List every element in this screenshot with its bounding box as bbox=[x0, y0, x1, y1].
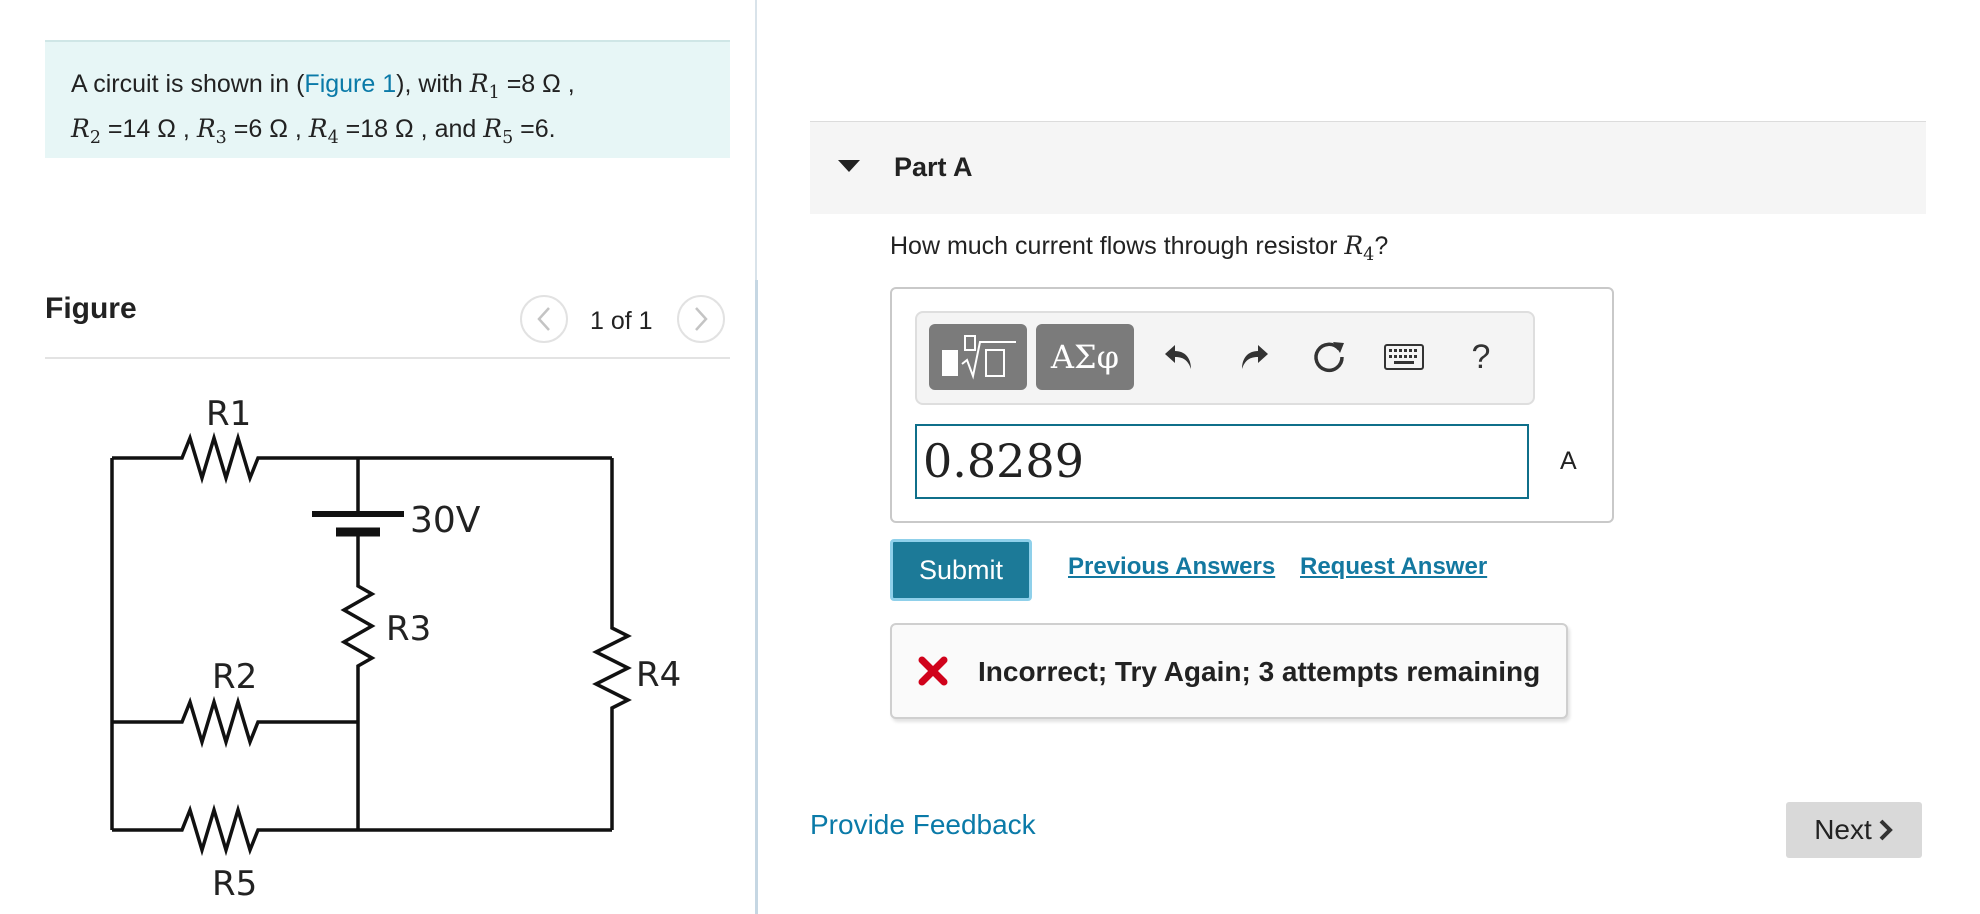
figure-next-button[interactable] bbox=[677, 295, 725, 343]
r5-symbol: R5 bbox=[483, 114, 514, 148]
figure-counter: 1 of 1 bbox=[590, 307, 653, 335]
r2-symbol: R2 bbox=[71, 114, 101, 148]
submit-button[interactable]: Submit bbox=[890, 539, 1032, 601]
chevron-right-icon bbox=[1879, 819, 1893, 841]
next-label: Next bbox=[1814, 814, 1872, 845]
r5-resistor bbox=[112, 803, 612, 857]
answer-panel: ΑΣφ ? 0.8289 A bbox=[890, 287, 1614, 523]
r3-label: R3 bbox=[386, 609, 431, 649]
battery-label: 30V bbox=[410, 500, 481, 541]
r5-label: R5 bbox=[212, 864, 257, 900]
chevron-left-icon bbox=[537, 307, 550, 331]
answer-input[interactable]: 0.8289 bbox=[915, 424, 1529, 499]
question-text: How much current flows through resistor … bbox=[890, 231, 1389, 265]
problem-intro: A circuit is shown in ( bbox=[71, 70, 305, 98]
keyboard-button[interactable] bbox=[1384, 337, 1424, 377]
caret-down-icon bbox=[838, 160, 860, 172]
r1-label: R1 bbox=[206, 394, 251, 434]
provide-feedback-link[interactable]: Provide Feedback bbox=[810, 809, 1036, 841]
r2-label: R2 bbox=[212, 657, 257, 697]
figure-prev-button[interactable] bbox=[520, 295, 568, 343]
circuit-diagram: R1 30V R3 R2 R4 R5 bbox=[110, 394, 681, 900]
part-a-header[interactable]: Part A bbox=[810, 121, 1926, 214]
problem-line-1: A circuit is shown in (Figure 1), with R… bbox=[71, 69, 575, 103]
r4-resistor bbox=[592, 458, 632, 830]
column-divider bbox=[755, 0, 757, 280]
figure-title: Figure bbox=[45, 292, 137, 325]
reset-button[interactable] bbox=[1309, 337, 1349, 377]
undo-icon bbox=[1165, 345, 1191, 369]
figure-divider bbox=[45, 357, 730, 359]
math-toolbar: ΑΣφ ? bbox=[915, 311, 1535, 405]
problem-statement: A circuit is shown in (Figure 1), with R… bbox=[45, 40, 730, 158]
redo-icon bbox=[1242, 345, 1268, 369]
r2-resistor bbox=[112, 695, 358, 749]
feedback-message: Incorrect; Try Again; 3 attempts remaini… bbox=[890, 623, 1568, 719]
next-button[interactable]: Next bbox=[1786, 802, 1922, 858]
column-scrollbar[interactable] bbox=[755, 280, 758, 914]
previous-answers-link[interactable]: Previous Answers bbox=[1068, 553, 1275, 581]
templates-sqrt-icon bbox=[942, 335, 1016, 380]
r1-symbol: R1 bbox=[469, 69, 500, 103]
problem-line-2: R2 =14 Ω , R3 =6 Ω , R4 =18 Ω , and R5 =… bbox=[71, 114, 556, 148]
undo-button[interactable] bbox=[1159, 337, 1199, 377]
incorrect-x-icon bbox=[918, 656, 948, 686]
chevron-right-icon bbox=[695, 307, 708, 331]
r3-resistor bbox=[340, 532, 376, 830]
r4-label: R4 bbox=[636, 655, 681, 695]
r3-value: 6 Ω bbox=[248, 115, 288, 143]
r2-value: 14 Ω bbox=[122, 115, 176, 143]
symbols-button[interactable]: ΑΣφ bbox=[1036, 324, 1134, 390]
feedback-text: Incorrect; Try Again; 3 attempts remaini… bbox=[978, 656, 1541, 687]
figure-link[interactable]: Figure 1 bbox=[304, 70, 396, 98]
part-title: Part A bbox=[894, 152, 973, 182]
keyboard-icon bbox=[1384, 344, 1424, 370]
r1-resistor bbox=[112, 431, 612, 485]
r3-symbol: R3 bbox=[196, 114, 227, 148]
r1-value: 8 Ω bbox=[521, 70, 561, 98]
reset-icon bbox=[1314, 342, 1344, 373]
question-variable: R4 bbox=[1344, 231, 1375, 265]
request-answer-link[interactable]: Request Answer bbox=[1300, 553, 1487, 581]
problem-after-link: ), with bbox=[396, 70, 470, 98]
redo-button[interactable] bbox=[1234, 337, 1274, 377]
r5-value: 6 bbox=[534, 115, 549, 143]
templates-button[interactable] bbox=[929, 324, 1027, 390]
help-button[interactable]: ? bbox=[1461, 337, 1501, 377]
r4-symbol: R4 bbox=[308, 114, 339, 148]
answer-unit: A bbox=[1560, 447, 1577, 475]
r4-value: 18 Ω bbox=[360, 115, 414, 143]
